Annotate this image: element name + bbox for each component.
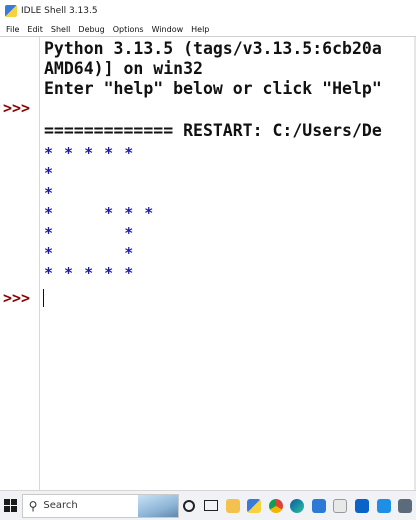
- shell-prompt-active: >>>: [3, 289, 31, 307]
- output-line: * *: [44, 244, 135, 262]
- output-line: * *: [44, 224, 135, 242]
- window-title: IDLE Shell 3.13.5: [21, 6, 98, 16]
- search-placeholder: Search: [43, 500, 78, 511]
- output-line: *: [44, 184, 55, 202]
- mail-icon[interactable]: [373, 491, 395, 520]
- prompt-gutter: >>> >>>: [0, 37, 40, 491]
- store-icon[interactable]: [330, 491, 352, 520]
- menu-shell[interactable]: Shell: [47, 25, 75, 34]
- photos-icon[interactable]: [308, 491, 330, 520]
- menu-file[interactable]: File: [0, 25, 23, 34]
- restart-line: ============= RESTART: C:/Users/De: [44, 121, 382, 140]
- banner-line-1: Python 3.13.5 (tags/v3.13.5:6cb20a: [44, 39, 382, 58]
- windows-start-icon[interactable]: [0, 491, 22, 520]
- app-icon[interactable]: [394, 491, 416, 520]
- menu-options[interactable]: Options: [109, 25, 148, 34]
- taskbar: ⚲ Search: [0, 490, 416, 520]
- menu-debug[interactable]: Debug: [74, 25, 108, 34]
- taskbar-search-box[interactable]: ⚲ Search: [21, 493, 179, 518]
- outlook-icon[interactable]: [351, 491, 373, 520]
- banner-line-2: AMD64)] on win32: [44, 59, 203, 78]
- edge-icon[interactable]: [287, 491, 309, 520]
- menu-bar: File Edit Shell Debug Options Window Hel…: [0, 22, 416, 36]
- task-view-icon[interactable]: [200, 491, 222, 520]
- idle-app-icon: [5, 5, 17, 17]
- banner-line-3: Enter "help" below or click "Help": [44, 79, 382, 98]
- search-highlight-image: [137, 494, 178, 517]
- shell-text-area[interactable]: >>> >>> Python 3.13.5 (tags/v3.13.5:6cb2…: [0, 36, 416, 491]
- output-line: * * * * *: [44, 264, 135, 282]
- file-explorer-icon[interactable]: [222, 491, 244, 520]
- search-icon: ⚲: [28, 498, 38, 513]
- menu-edit[interactable]: Edit: [23, 25, 47, 34]
- output-line: * * * * *: [44, 144, 135, 162]
- menu-help[interactable]: Help: [187, 25, 213, 34]
- menu-window[interactable]: Window: [148, 25, 188, 34]
- chrome-icon[interactable]: [265, 491, 287, 520]
- title-bar: IDLE Shell 3.13.5: [0, 0, 416, 22]
- text-cursor: [43, 289, 44, 307]
- output-line: *: [44, 164, 55, 182]
- idle-icon[interactable]: [243, 491, 265, 520]
- shell-prompt: >>>: [3, 99, 31, 117]
- output-line: * * * *: [44, 204, 155, 222]
- cortana-icon[interactable]: [179, 491, 201, 520]
